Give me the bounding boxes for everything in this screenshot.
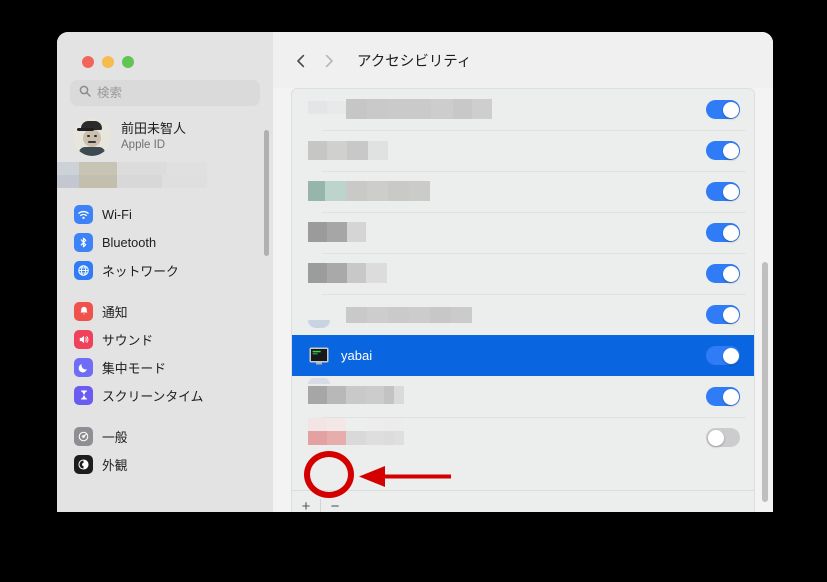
- sidebar-item-notifications[interactable]: 通知: [66, 297, 264, 325]
- redacted-sidebar-item[interactable]: [57, 162, 261, 188]
- main-scrollbar[interactable]: [762, 262, 768, 502]
- sidebar-item-sound[interactable]: サウンド: [66, 325, 264, 353]
- sound-speaker-icon: [74, 329, 93, 349]
- chevron-left-icon[interactable]: [295, 54, 307, 68]
- sidebar-item-network[interactable]: ネットワーク: [66, 256, 264, 284]
- zoom-button[interactable]: [122, 56, 134, 68]
- sidebar-item-label: サウンド: [102, 332, 154, 348]
- main-pane: アクセシビリティ yabai + −: [273, 32, 773, 512]
- sidebar-item-screen-time[interactable]: スクリーンタイム: [66, 381, 264, 409]
- sidebar-item-appearance[interactable]: 外観: [66, 450, 264, 478]
- row-toggle[interactable]: [706, 387, 740, 406]
- network-globe-icon: [74, 260, 93, 280]
- redacted-app-name: [308, 417, 706, 458]
- sidebar: 検索 前田未智人 Apple ID Wi-Fi Bluetooth ネットワーク…: [57, 32, 273, 512]
- row-toggle[interactable]: [706, 305, 740, 324]
- table-row[interactable]: [292, 89, 754, 130]
- sidebar-scrollbar[interactable]: [264, 130, 269, 256]
- wifi-icon: [74, 204, 93, 224]
- search-icon: [79, 84, 91, 102]
- search-input[interactable]: 検索: [70, 80, 260, 106]
- avatar: [73, 118, 111, 156]
- sidebar-item-bluetooth[interactable]: Bluetooth: [66, 228, 264, 256]
- table-row[interactable]: [292, 253, 754, 294]
- nav-divider: [66, 409, 264, 422]
- redacted-app-name: [308, 89, 706, 130]
- sidebar-item-label: ネットワーク: [102, 263, 179, 279]
- screen-time-hourglass-icon: [74, 385, 93, 405]
- page-title: アクセシビリティ: [357, 53, 472, 70]
- window-controls: [57, 32, 273, 68]
- sidebar-nav: Wi-Fi Bluetooth ネットワーク 通知 サウンド 集中モード スクリ…: [57, 200, 273, 478]
- table-row-yabai[interactable]: yabai: [292, 335, 754, 376]
- annotation-circle-highlight: [304, 451, 354, 498]
- row-toggle[interactable]: [706, 100, 740, 119]
- table-row[interactable]: [292, 294, 754, 335]
- notifications-bell-icon: [74, 301, 93, 321]
- profile-row[interactable]: 前田未智人 Apple ID: [57, 106, 273, 156]
- search-placeholder: 検索: [97, 85, 123, 100]
- row-toggle[interactable]: [706, 264, 740, 283]
- sidebar-item-focus[interactable]: 集中モード: [66, 353, 264, 381]
- table-row[interactable]: [292, 376, 754, 417]
- sidebar-item-label: Wi-Fi: [102, 206, 132, 222]
- row-toggle[interactable]: [706, 346, 740, 365]
- redacted-app-name: [308, 171, 706, 212]
- general-gear-icon: [74, 426, 93, 446]
- profile-name: 前田未智人: [121, 121, 187, 137]
- redacted-app-name: [308, 294, 706, 335]
- sidebar-item-label: 通知: [102, 304, 128, 320]
- row-toggle[interactable]: [706, 141, 740, 160]
- nav-divider: [66, 284, 264, 297]
- table-row[interactable]: [292, 171, 754, 212]
- redacted-app-name: [308, 253, 706, 294]
- sidebar-item-label: 一般: [102, 429, 128, 445]
- terminal-icon: [308, 345, 330, 367]
- close-button[interactable]: [82, 56, 94, 68]
- redacted-app-name: [308, 130, 706, 171]
- row-app-name: yabai: [341, 348, 373, 363]
- focus-moon-icon: [74, 357, 93, 377]
- sidebar-item-label: 集中モード: [102, 360, 166, 376]
- row-toggle[interactable]: [706, 428, 740, 447]
- toolbar: アクセシビリティ: [273, 32, 773, 88]
- row-toggle[interactable]: [706, 182, 740, 201]
- table-row[interactable]: [292, 212, 754, 253]
- chevron-right-icon[interactable]: [323, 54, 335, 68]
- sidebar-item-wifi[interactable]: Wi-Fi: [66, 200, 264, 228]
- annotation-arrow: [355, 458, 453, 499]
- redacted-app-name: [308, 376, 706, 417]
- sidebar-item-label: スクリーンタイム: [102, 388, 204, 404]
- accessibility-app-list: yabai + −: [291, 88, 755, 512]
- list-scroll-area: yabai: [292, 89, 754, 512]
- row-toggle[interactable]: [706, 223, 740, 242]
- table-row[interactable]: [292, 417, 754, 458]
- screenshot-root: 検索 前田未智人 Apple ID Wi-Fi Bluetooth ネットワーク…: [0, 0, 827, 582]
- profile-subtitle: Apple ID: [121, 139, 166, 152]
- table-row[interactable]: [292, 130, 754, 171]
- redacted-app-name: [308, 212, 706, 253]
- bluetooth-icon: [74, 232, 93, 252]
- system-settings-window: 検索 前田未智人 Apple ID Wi-Fi Bluetooth ネットワーク…: [57, 32, 773, 512]
- minimize-button[interactable]: [102, 56, 114, 68]
- sidebar-item-label: 外観: [102, 457, 128, 473]
- appearance-contrast-icon: [74, 454, 93, 474]
- sidebar-item-general[interactable]: 一般: [66, 422, 264, 450]
- search-container: 検索: [57, 68, 273, 106]
- sidebar-item-label: Bluetooth: [102, 234, 157, 250]
